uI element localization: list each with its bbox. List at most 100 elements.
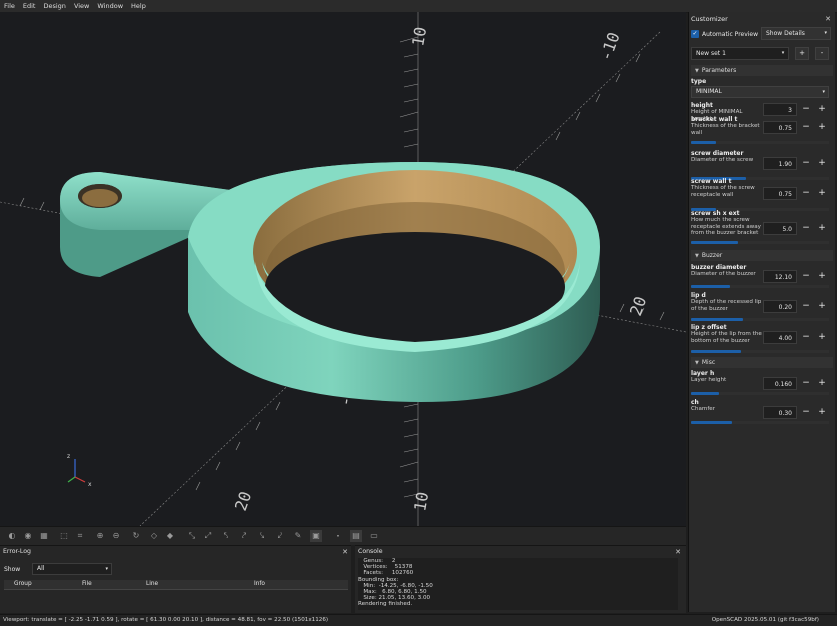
menu-view[interactable]: View — [70, 0, 93, 12]
menu-window[interactable]: Window — [93, 0, 127, 12]
increment-button[interactable]: + — [815, 331, 829, 344]
zoom-fit-icon[interactable]: ⌗ — [74, 530, 86, 542]
col-line[interactable]: Line — [146, 580, 158, 589]
3d-viewport[interactable]: 10 -10 10 20 20 -10 — [0, 12, 686, 526]
param-description: Layer height — [691, 377, 727, 383]
view-front-icon[interactable]: ⤥ — [256, 530, 268, 542]
reset-view-icon[interactable]: ↻ — [130, 530, 142, 542]
param-value-input[interactable]: 0.75 — [763, 121, 797, 134]
view-left-icon[interactable]: ⤤ — [238, 530, 250, 542]
increment-button[interactable]: + — [815, 406, 829, 419]
error-log-title: Error-Log — [3, 548, 31, 555]
param-name: ch — [691, 399, 699, 406]
param-slider-fill — [691, 392, 719, 395]
console-close-icon[interactable]: ✕ — [675, 547, 681, 557]
increment-button[interactable]: + — [815, 187, 829, 200]
view-diagonal-icon[interactable]: ✎ — [292, 530, 304, 542]
type-select-value: MINIMAL — [696, 88, 722, 95]
preset-select[interactable]: New set 1 — [691, 47, 789, 60]
export-icon[interactable]: ▦ — [38, 530, 50, 542]
perspective-icon[interactable]: ◇ — [148, 530, 160, 542]
decrement-button[interactable]: − — [799, 300, 813, 313]
show-filter-value: All — [37, 565, 45, 572]
param-value-input[interactable]: 0.20 — [763, 300, 797, 313]
auto-preview-checkbox[interactable]: ✓ — [691, 30, 699, 38]
details-select[interactable]: Show Details ▾ — [761, 27, 831, 40]
increment-button[interactable]: + — [815, 377, 829, 390]
param-value-input[interactable]: 1.90 — [763, 157, 797, 170]
show-axes-icon[interactable]: ▣ — [310, 530, 322, 542]
view-back-icon[interactable]: ⤦ — [274, 530, 286, 542]
increment-button[interactable]: + — [815, 157, 829, 170]
decrement-button[interactable]: − — [799, 331, 813, 344]
customizer-close-icon[interactable]: ✕ — [825, 14, 831, 24]
orthogonal-icon[interactable]: ◆ — [164, 530, 176, 542]
decrement-button[interactable]: − — [799, 187, 813, 200]
console-panel: Console ✕ Genus: 2 Vertices: 51378 Facet… — [355, 545, 686, 613]
param-value-input[interactable]: 3 — [763, 103, 797, 116]
show-scale-icon[interactable]: ▤ — [350, 530, 362, 542]
error-table-header: Group File Line Info — [4, 580, 348, 590]
preset-chevron-icon[interactable]: ▾ — [777, 47, 789, 60]
section-misc[interactable]: ▼ Misc — [691, 357, 833, 368]
viewport-canvas: 10 -10 10 20 20 -10 — [0, 12, 686, 526]
zoom-in-icon[interactable]: ⊕ — [94, 530, 106, 542]
preview-icon[interactable]: ◐ — [6, 530, 18, 542]
view-top-icon[interactable]: ⤢ — [202, 530, 214, 542]
section-parameters[interactable]: ▼ Parameters — [691, 65, 833, 76]
section-parameters-label: Parameters — [701, 67, 737, 74]
collapse-icon: ▼ — [695, 68, 699, 74]
increment-button[interactable]: + — [815, 300, 829, 313]
increment-button[interactable]: + — [815, 103, 829, 116]
axis-label-bottom-left: 20 — [231, 489, 255, 514]
view-all-icon[interactable]: ⬚ — [58, 530, 70, 542]
preset-remove-button[interactable]: - — [815, 47, 829, 60]
col-file[interactable]: File — [82, 580, 92, 589]
decrement-button[interactable]: − — [799, 121, 813, 134]
axis-label-pos: 10 — [410, 490, 432, 512]
console-output[interactable]: Genus: 2 Vertices: 51378 Facets: 102760 … — [358, 558, 678, 610]
decrement-button[interactable]: − — [799, 406, 813, 419]
console-title: Console — [358, 548, 383, 555]
param-value-input[interactable]: 0.75 — [763, 187, 797, 200]
decrement-button[interactable]: − — [799, 103, 813, 116]
param-type-name: type — [691, 78, 707, 85]
menu-design[interactable]: Design — [39, 0, 69, 12]
chevron-down-icon: ▾ — [824, 30, 827, 36]
error-log-close-icon[interactable]: ✕ — [342, 547, 348, 557]
axis-label-right: 20 — [626, 294, 650, 319]
increment-button[interactable]: + — [815, 121, 829, 134]
param-description: Thickness of the bracket wall — [691, 123, 760, 136]
show-filter-select[interactable]: All ▾ — [32, 563, 112, 575]
zoom-out-icon[interactable]: ⊖ — [110, 530, 122, 542]
preset-add-button[interactable]: + — [795, 47, 809, 60]
decrement-button[interactable]: − — [799, 270, 813, 283]
chevron-down-icon: ▾ — [822, 89, 825, 95]
decrement-button[interactable]: − — [799, 157, 813, 170]
type-select[interactable]: MINIMAL ▾ — [691, 86, 829, 98]
col-info[interactable]: Info — [254, 580, 265, 589]
view-bottom-icon[interactable]: ⤣ — [220, 530, 232, 542]
show-edges-icon[interactable]: ⬝ — [332, 530, 344, 542]
view-right-icon[interactable]: ⤡ — [186, 530, 198, 542]
param-name: screw wall t — [691, 178, 732, 185]
decrement-button[interactable]: − — [799, 222, 813, 235]
col-group[interactable]: Group — [14, 580, 32, 589]
increment-button[interactable]: + — [815, 222, 829, 235]
menu-edit[interactable]: Edit — [19, 0, 40, 12]
bracket-model — [60, 162, 600, 402]
section-buzzer[interactable]: ▼ Buzzer — [691, 250, 833, 261]
param-value-input[interactable]: 0.160 — [763, 377, 797, 390]
param-value-input[interactable]: 0.30 — [763, 406, 797, 419]
param-name: buzzer diameter — [691, 264, 747, 271]
decrement-button[interactable]: − — [799, 377, 813, 390]
render-icon[interactable]: ◉ — [22, 530, 34, 542]
param-value-input[interactable]: 4.00 — [763, 331, 797, 344]
increment-button[interactable]: + — [815, 270, 829, 283]
menu-help[interactable]: Help — [127, 0, 150, 12]
status-bar: Viewport: translate = [ -2.25 -1.71 0.59… — [0, 614, 837, 626]
menu-file[interactable]: File — [0, 0, 19, 12]
param-value-input[interactable]: 5.0 — [763, 222, 797, 235]
show-crosshairs-icon[interactable]: ▭ — [368, 530, 380, 542]
param-value-input[interactable]: 12.10 — [763, 270, 797, 283]
